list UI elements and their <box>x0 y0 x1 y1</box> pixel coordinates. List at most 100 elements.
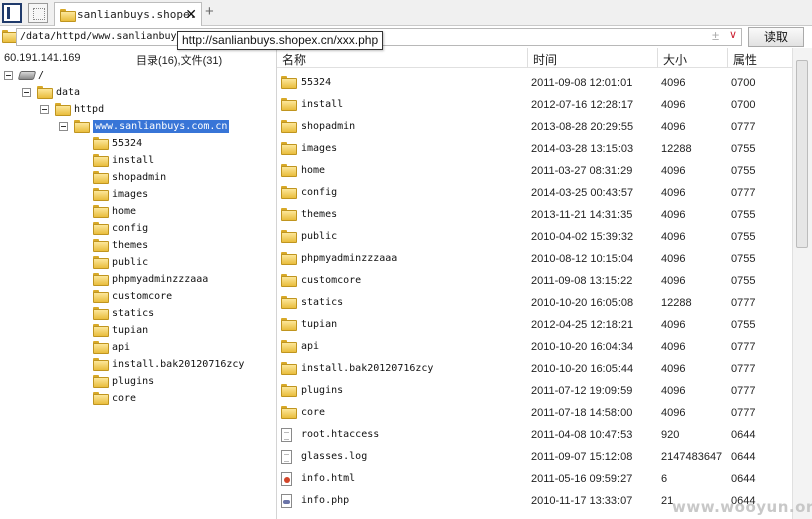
expand-collapse-icon[interactable] <box>22 88 31 97</box>
file-size: 4096 <box>661 231 686 243</box>
folder-icon <box>281 76 297 89</box>
file-attr: 0755 <box>731 143 756 155</box>
file-time: 2011-03-27 08:31:29 <box>531 165 633 177</box>
column-header-name[interactable]: 名称 <box>282 51 306 68</box>
file-name: home <box>301 165 326 176</box>
file-time: 2011-05-16 09:59:27 <box>531 473 633 485</box>
file-row[interactable]: customcore 2011-09-08 13:15:22 4096 0755 <box>277 270 792 292</box>
tree-item-label: api <box>112 342 131 353</box>
file-time: 2010-10-20 16:05:44 <box>531 363 634 375</box>
file-attr: 0777 <box>731 187 756 199</box>
file-size: 4096 <box>661 407 686 419</box>
tree-item-label: customcore <box>112 291 173 302</box>
folder-icon <box>93 273 109 286</box>
folder-icon <box>281 274 297 287</box>
file-row[interactable]: public 2010-04-02 15:39:32 4096 0755 <box>277 226 792 248</box>
file-row[interactable]: home 2011-03-27 08:31:29 4096 0755 <box>277 160 792 182</box>
file-time: 2014-03-28 13:15:03 <box>531 143 634 155</box>
column-separator[interactable] <box>727 48 728 68</box>
file-name: images <box>301 143 338 154</box>
tree-item-label: shopadmin <box>112 172 167 183</box>
file-row[interactable]: themes 2013-11-21 14:31:35 4096 0755 <box>277 204 792 226</box>
file-name: api <box>301 341 320 352</box>
folder-icon <box>93 188 109 201</box>
file-row[interactable]: install 2012-07-16 12:28:17 4096 0700 <box>277 94 792 116</box>
file-attr: 0777 <box>731 341 756 353</box>
file-size: 4096 <box>661 121 686 133</box>
file-row[interactable]: config 2014-03-25 00:43:57 4096 0777 <box>277 182 792 204</box>
file-row[interactable]: api 2010-10-20 16:04:34 4096 0777 <box>277 336 792 358</box>
read-button[interactable]: 读取 <box>748 27 804 47</box>
file-attr: 0755 <box>731 319 756 331</box>
file-size: 12288 <box>661 297 692 309</box>
file-name: root.htaccess <box>301 429 380 440</box>
tree-item-label: themes <box>112 240 149 251</box>
file-row[interactable]: glasses.log 2011-09-07 15:12:08 2147483647… <box>277 446 792 468</box>
column-header-size[interactable]: 大小 <box>663 51 687 68</box>
file-size: 4096 <box>661 77 686 89</box>
tree-item-label: 55324 <box>112 138 143 149</box>
scrollbar[interactable] <box>792 48 812 519</box>
chevron-down-icon[interactable]: ∨ <box>729 28 737 41</box>
tree-item-label: config <box>112 223 149 234</box>
plus-minus-icon[interactable]: ± <box>712 28 719 43</box>
folder-icon <box>281 186 297 199</box>
file-row[interactable]: 55324 2011-09-08 12:01:01 4096 0700 <box>277 72 792 94</box>
tree-item-label: public <box>112 257 149 268</box>
file-row[interactable]: install.bak20120716zcy 2010-10-20 16:05:4… <box>277 358 792 380</box>
file-row[interactable]: statics 2010-10-20 16:05:08 12288 0777 <box>277 292 792 314</box>
file-row[interactable]: phpmyadminzzzaaa 2010-08-12 10:15:04 4096 0… <box>277 248 792 270</box>
folder-icon <box>93 290 109 303</box>
new-window-button[interactable] <box>28 3 48 23</box>
file-time: 2010-08-12 10:15:04 <box>531 253 634 265</box>
file-row[interactable]: shopadmin 2013-08-28 20:29:55 4096 0777 <box>277 116 792 138</box>
column-separator[interactable] <box>657 48 658 68</box>
file-row[interactable]: tupian 2012-04-25 12:18:21 4096 0755 <box>277 314 792 336</box>
file-attr: 0700 <box>731 99 756 111</box>
html-icon <box>281 472 292 486</box>
folder-icon <box>281 340 297 353</box>
file-time: 2011-09-08 13:15:22 <box>531 275 633 287</box>
file-name: config <box>301 187 338 198</box>
file-attr: 0755 <box>731 165 756 177</box>
file-row[interactable]: root.htaccess 2011-04-08 10:47:53 920 0644 <box>277 424 792 446</box>
file-row[interactable]: plugins 2011-07-12 19:09:59 4096 0777 <box>277 380 792 402</box>
expand-collapse-icon[interactable] <box>40 105 49 114</box>
file-size: 12288 <box>661 143 692 155</box>
expand-collapse-icon[interactable] <box>59 122 68 131</box>
tree-item-label: phpmyadminzzzaaa <box>112 274 209 285</box>
add-tab-icon[interactable]: + <box>205 3 214 20</box>
folder-icon <box>93 324 109 337</box>
file-name: info.php <box>301 495 350 506</box>
file-attr: 0755 <box>731 253 756 265</box>
file-name: themes <box>301 209 338 220</box>
folder-icon <box>281 164 297 177</box>
tab-sanlianbuys[interactable]: sanlianbuys.shope. ✕ <box>54 2 202 26</box>
file-name: statics <box>301 297 344 308</box>
folder-icon <box>74 120 90 133</box>
file-row[interactable]: info.html 2011-05-16 09:59:27 6 0644 <box>277 468 792 490</box>
expand-collapse-icon[interactable] <box>4 71 13 80</box>
file-size: 2147483647 <box>661 451 723 463</box>
column-separator[interactable] <box>527 48 528 68</box>
file-time: 2013-11-21 14:31:35 <box>531 209 633 221</box>
tree-item-label: core <box>112 393 137 404</box>
file-size: 4096 <box>661 209 686 221</box>
folder-icon <box>93 307 109 320</box>
folder-icon <box>281 252 297 265</box>
tree-item-label: httpd <box>74 104 105 115</box>
file-time: 2010-10-20 16:05:08 <box>531 297 634 309</box>
php-icon <box>281 494 292 508</box>
folder-icon <box>281 406 297 419</box>
scrollbar-thumb[interactable] <box>796 60 808 248</box>
sidebar-toggle-button[interactable] <box>2 3 22 23</box>
close-icon[interactable]: ✕ <box>185 6 197 23</box>
folder-icon <box>281 384 297 397</box>
file-name: shopadmin <box>301 121 356 132</box>
file-row[interactable]: core 2011-07-18 14:58:00 4096 0777 <box>277 402 792 424</box>
file-size: 6 <box>661 473 668 485</box>
file-row[interactable]: images 2014-03-28 13:15:03 12288 0755 <box>277 138 792 160</box>
tree-item-label: statics <box>112 308 155 319</box>
column-header-attr[interactable]: 属性 <box>733 51 757 68</box>
column-header-time[interactable]: 时间 <box>533 51 557 68</box>
